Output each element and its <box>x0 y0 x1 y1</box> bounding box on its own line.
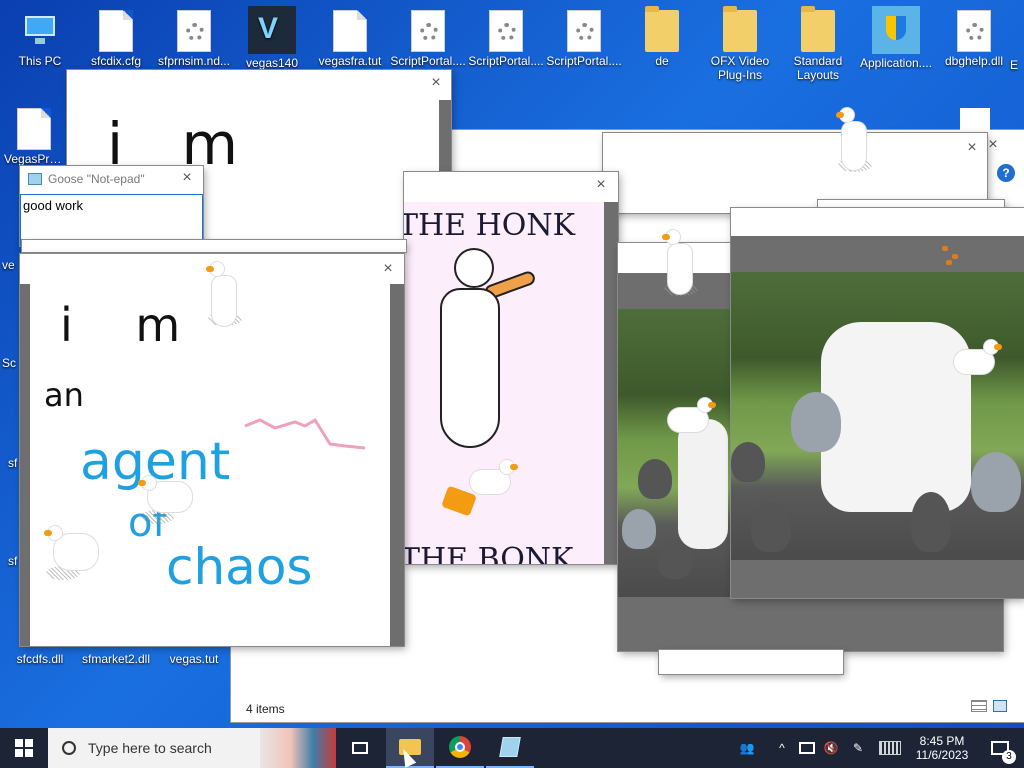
cartoon-goose-image <box>440 248 537 448</box>
clock-date: 11/6/2023 <box>915 748 969 762</box>
desktop-icon-dbghelp[interactable]: dbghelp.dll <box>936 10 1012 68</box>
desktop-icon-sfcdfs[interactable]: sfcdfs.dll <box>2 652 78 666</box>
desktop-icon-vegas140[interactable]: V vegas140 <box>234 6 310 70</box>
taskbar-goose-notepad[interactable] <box>486 728 534 768</box>
computer-icon <box>23 10 57 52</box>
geese-photo <box>618 309 730 597</box>
desktop-icon-partial[interactable]: E <box>1010 58 1024 72</box>
settings-file-icon <box>489 10 523 52</box>
meme-top-text: THE HONK <box>404 208 576 243</box>
goose-sprite[interactable] <box>466 460 518 506</box>
drawing-text-i-m: i m <box>60 298 205 352</box>
shortcut-file-icon <box>17 108 51 150</box>
notepad-icon <box>499 737 521 757</box>
action-center-button[interactable]: 3 <box>982 728 1018 768</box>
desktop-icon-scriptportal-2[interactable]: ScriptPortal.... <box>468 10 544 68</box>
clock[interactable]: 8:45 PM 11/6/2023 <box>906 728 978 768</box>
large-icons-view-icon[interactable] <box>993 700 1007 712</box>
close-icon[interactable]: × <box>594 177 608 193</box>
pen-workspace-icon[interactable]: ✎ <box>846 728 870 768</box>
windows-logo-icon <box>15 739 33 757</box>
desktop-icon-de[interactable]: de <box>624 6 700 68</box>
task-view-icon <box>352 742 368 754</box>
details-view-icon[interactable] <box>971 700 987 712</box>
explorer-status-text: 4 items <box>246 702 285 716</box>
search-placeholder: Type here to search <box>88 740 212 756</box>
notepad-icon <box>28 173 42 185</box>
desktop-icon-vegaspro-shortcut[interactable]: VegasPro 14 <box>4 108 64 166</box>
desktop-icon-this-pc[interactable]: This PC <box>2 10 78 68</box>
chrome-icon <box>449 736 471 758</box>
notepad-title: Goose "Not-epad" <box>48 172 145 186</box>
start-button[interactable] <box>0 728 48 768</box>
desktop-icon-vegasfra[interactable]: vegasfra.tut <box>312 10 388 68</box>
meme-bottom-text: THE BONK <box>404 542 574 564</box>
folder-icon <box>723 6 757 52</box>
goose-sprite[interactable] <box>662 230 706 304</box>
touch-keyboard-icon[interactable] <box>876 728 904 768</box>
close-icon[interactable]: × <box>429 75 443 91</box>
photo-window-right <box>731 208 1024 598</box>
meme-image: THE HONK THE BONK <box>404 202 604 564</box>
goose-footprints <box>942 246 966 266</box>
folder-icon <box>801 6 835 52</box>
goose-sprite[interactable] <box>206 262 246 338</box>
goose-photo-subject <box>821 322 971 512</box>
uac-shield-icon <box>872 6 920 54</box>
people-icon[interactable]: 👥 <box>734 728 760 768</box>
close-icon[interactable]: × <box>965 140 979 156</box>
desktop-icon-ofx-plugins[interactable]: OFX Video Plug-Ins <box>702 6 778 82</box>
drawing-text-an: an <box>44 376 84 414</box>
desktop-icon-application[interactable]: Application.... <box>858 6 934 70</box>
goose-sprite[interactable] <box>836 108 880 180</box>
volume-muted-icon[interactable]: 🔇 <box>820 728 842 768</box>
search-icon <box>62 741 76 755</box>
settings-file-icon <box>411 10 445 52</box>
goose-sprite[interactable] <box>950 340 1010 390</box>
drawing-canvas: i m an agent of chaos <box>30 284 390 646</box>
taskbar-chrome[interactable] <box>436 728 484 768</box>
search-highlight-image <box>260 728 336 768</box>
settings-file-icon <box>177 10 211 52</box>
vegas-app-icon: V <box>248 6 296 54</box>
goose-sprite[interactable] <box>138 476 194 532</box>
desktop-icon-scriptportal-3[interactable]: ScriptPortal.... <box>546 10 622 68</box>
note-window-front-stack <box>22 240 406 252</box>
goose-sprite[interactable] <box>664 398 728 446</box>
network-icon[interactable] <box>796 728 818 768</box>
blank-window-bottom <box>659 650 843 674</box>
goose-sprite[interactable] <box>44 526 102 586</box>
folder-icon <box>645 6 679 52</box>
settings-file-icon <box>567 10 601 52</box>
geese-photo <box>731 272 1024 560</box>
desktop-icon-sfcdix[interactable]: sfcdix.cfg <box>78 10 154 68</box>
desktop-icon-left-3[interactable]: Sc <box>2 356 22 370</box>
drawing-text-chaos: chaos <box>166 538 313 596</box>
explorer-close-icon[interactable]: × <box>986 137 1000 153</box>
document-icon <box>99 10 133 52</box>
desktop-icon-vegas-tut[interactable]: vegas.tut <box>156 652 232 666</box>
notepad-text-area[interactable]: good work <box>20 194 203 246</box>
desktop-icon-left-2[interactable]: ve <box>2 258 22 272</box>
task-view-button[interactable] <box>344 728 376 768</box>
desktop-icon-scriptportal-1[interactable]: ScriptPortal.... <box>390 10 466 68</box>
settings-file-icon <box>957 10 991 52</box>
clock-time: 8:45 PM <box>919 734 965 748</box>
desktop-icon-sfmarket2[interactable]: sfmarket2.dll <box>78 652 154 666</box>
help-icon[interactable]: ? <box>997 164 1015 182</box>
document-icon <box>333 10 367 52</box>
desktop-icon-partial-right <box>960 108 990 132</box>
show-hidden-icons-chevron-icon[interactable]: ^ <box>772 728 792 768</box>
taskbar: Type here to search 👥 ^ 🔇 ✎ 8:45 PM 11/6… <box>0 728 1024 768</box>
notepad-text: good work <box>23 198 83 213</box>
desktop-icon-standard-layouts[interactable]: Standard Layouts <box>780 6 856 82</box>
goose-notepad-window: Goose "Not-epad" × good work <box>20 166 203 246</box>
taskbar-search-box[interactable]: Type here to search <box>48 728 336 768</box>
notification-count-badge: 3 <box>1002 750 1016 764</box>
close-icon[interactable]: × <box>381 261 395 277</box>
close-icon[interactable]: × <box>180 170 194 186</box>
pink-scribble <box>244 417 366 450</box>
desktop-icon-sfprnsim[interactable]: sfprnsim.nd... <box>156 10 232 68</box>
